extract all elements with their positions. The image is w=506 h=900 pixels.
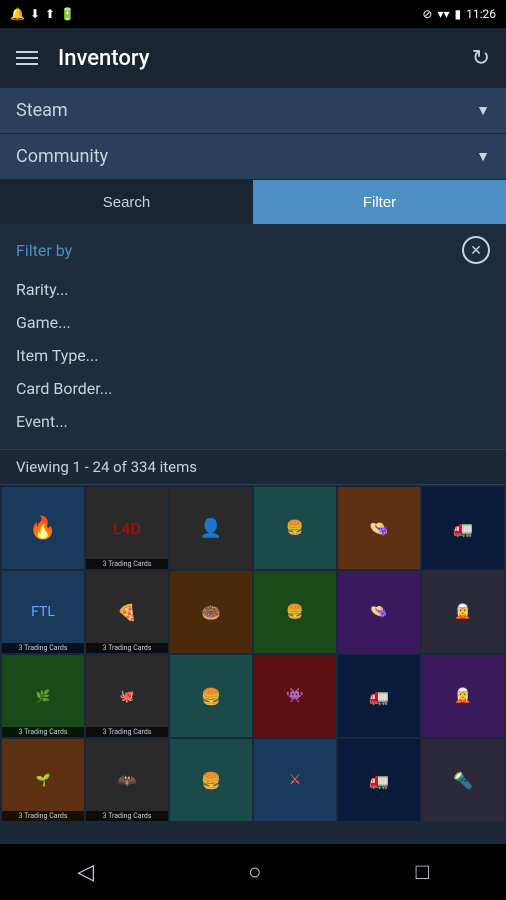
filter-section: Filter by ✕ Rarity... Game... Item Type.… <box>0 224 506 450</box>
home-button[interactable]: ○ <box>232 851 277 893</box>
list-item[interactable]: 👒 <box>338 571 420 653</box>
tab-row: Search Filter <box>0 180 506 224</box>
list-item[interactable]: L4D 3 Trading Cards <box>86 487 168 569</box>
community-dropdown[interactable]: Community ▼ <box>0 134 506 180</box>
list-item[interactable]: 🍔 <box>254 571 336 653</box>
filter-game[interactable]: Game... <box>16 307 490 338</box>
list-item[interactable]: ⚔ <box>254 739 336 821</box>
list-item[interactable]: FTL 3 Trading Cards <box>2 571 84 653</box>
app-bar: Inventory ↻ <box>0 28 506 88</box>
list-item[interactable]: 🦇 3 Trading Cards <box>86 739 168 821</box>
list-item[interactable]: 🚛 <box>338 655 420 737</box>
upload-icon: ⬆ <box>45 7 55 21</box>
item-image: 🍔 <box>170 655 252 737</box>
item-image: 👒 <box>338 571 420 653</box>
notification-icon: 🔔 <box>10 7 25 21</box>
refresh-button[interactable]: ↻ <box>472 46 490 71</box>
item-badge: 3 Trading Cards <box>2 727 84 737</box>
item-image: 🔦 <box>422 739 504 821</box>
item-image: 🧝 <box>422 655 504 737</box>
list-item[interactable]: 👒 <box>338 487 420 569</box>
item-image: 🔥 <box>2 487 84 569</box>
item-image: 👒 <box>338 487 420 569</box>
steam-dropdown-label: Steam <box>16 100 68 121</box>
battery-full-icon: ▮ <box>455 7 462 21</box>
list-item[interactable]: 🍔 <box>170 739 252 821</box>
list-item[interactable]: 🔥 <box>2 487 84 569</box>
steam-dropdown-arrow: ▼ <box>476 102 490 119</box>
community-dropdown-arrow: ▼ <box>476 148 490 165</box>
viewing-count: Viewing 1 - 24 of 334 items <box>0 450 506 485</box>
back-button[interactable]: ◁ <box>61 851 110 893</box>
list-item[interactable]: 🚛 <box>338 739 420 821</box>
list-item[interactable]: 🍔 <box>254 487 336 569</box>
nav-bar: ◁ ○ □ <box>0 844 506 900</box>
list-item[interactable]: 🧝 <box>422 571 504 653</box>
list-item[interactable]: 🌿 3 Trading Cards <box>2 655 84 737</box>
item-image: 🧝 <box>422 571 504 653</box>
download-icon: ⬇ <box>30 7 40 21</box>
list-item[interactable]: 🍩 <box>170 571 252 653</box>
item-image: 👤 <box>170 487 252 569</box>
filter-card-border[interactable]: Card Border... <box>16 373 490 404</box>
item-badge: 3 Trading Cards <box>86 727 168 737</box>
steam-dropdown[interactable]: Steam ▼ <box>0 88 506 134</box>
community-dropdown-label: Community <box>16 146 108 167</box>
item-image: 👾 <box>254 655 336 737</box>
item-image: ⚔ <box>254 739 336 821</box>
recents-button[interactable]: □ <box>400 851 445 893</box>
list-item[interactable]: 👤 <box>170 487 252 569</box>
tab-search[interactable]: Search <box>0 180 253 224</box>
item-image: L4D <box>86 487 168 569</box>
item-image: 🍩 <box>170 571 252 653</box>
tab-filter[interactable]: Filter <box>253 180 506 224</box>
list-item[interactable]: 🚛 <box>422 487 504 569</box>
list-item[interactable]: 🐙 3 Trading Cards <box>86 655 168 737</box>
item-image: FTL <box>2 571 84 653</box>
item-image: 🍔 <box>254 571 336 653</box>
item-image: 🌿 <box>2 655 84 737</box>
item-image: 🐙 <box>86 655 168 737</box>
filter-rarity[interactable]: Rarity... <box>16 274 490 305</box>
filter-item-type[interactable]: Item Type... <box>16 340 490 371</box>
filter-list: Rarity... Game... Item Type... Card Bord… <box>16 274 490 437</box>
item-image: 🍕 <box>86 571 168 653</box>
item-image: 🚛 <box>338 655 420 737</box>
list-item[interactable]: 🌱 3 Trading Cards <box>2 739 84 821</box>
menu-button[interactable] <box>16 51 38 65</box>
item-image: 🚛 <box>422 487 504 569</box>
filter-close-button[interactable]: ✕ <box>462 236 490 264</box>
no-sim-icon: ⊘ <box>422 7 432 21</box>
list-item[interactable]: 🍕 3 Trading Cards <box>86 571 168 653</box>
item-image: 🚛 <box>338 739 420 821</box>
page-title: Inventory <box>58 46 452 71</box>
status-bar: 🔔 ⬇ ⬆ 🔋 ⊘ ▾▾ ▮ 11:26 <box>0 0 506 28</box>
item-badge: 3 Trading Cards <box>86 559 168 569</box>
inventory-grid: 🔥 L4D 3 Trading Cards 👤 🍔 👒 🚛 FTL 3 Trad… <box>0 485 506 823</box>
list-item[interactable]: 👾 <box>254 655 336 737</box>
item-image: 🍔 <box>170 739 252 821</box>
item-badge: 3 Trading Cards <box>2 643 84 653</box>
time-display: 11:26 <box>466 7 496 21</box>
item-badge: 3 Trading Cards <box>86 811 168 821</box>
item-badge: 3 Trading Cards <box>2 811 84 821</box>
item-image: 🌱 <box>2 739 84 821</box>
status-icons-right: ⊘ ▾▾ ▮ 11:26 <box>422 7 496 21</box>
filter-header: Filter by ✕ <box>16 236 490 264</box>
list-item[interactable]: 🔦 <box>422 739 504 821</box>
status-icons-left: 🔔 ⬇ ⬆ 🔋 <box>10 7 75 21</box>
battery-icon: 🔋 <box>60 7 75 21</box>
wifi-icon: ▾▾ <box>437 7 449 21</box>
list-item[interactable]: 🧝 <box>422 655 504 737</box>
list-item[interactable]: 🍔 <box>170 655 252 737</box>
item-badge: 3 Trading Cards <box>86 643 168 653</box>
filter-event[interactable]: Event... <box>16 406 490 437</box>
item-image: 🦇 <box>86 739 168 821</box>
filter-title: Filter by <box>16 241 72 260</box>
item-image: 🍔 <box>254 487 336 569</box>
